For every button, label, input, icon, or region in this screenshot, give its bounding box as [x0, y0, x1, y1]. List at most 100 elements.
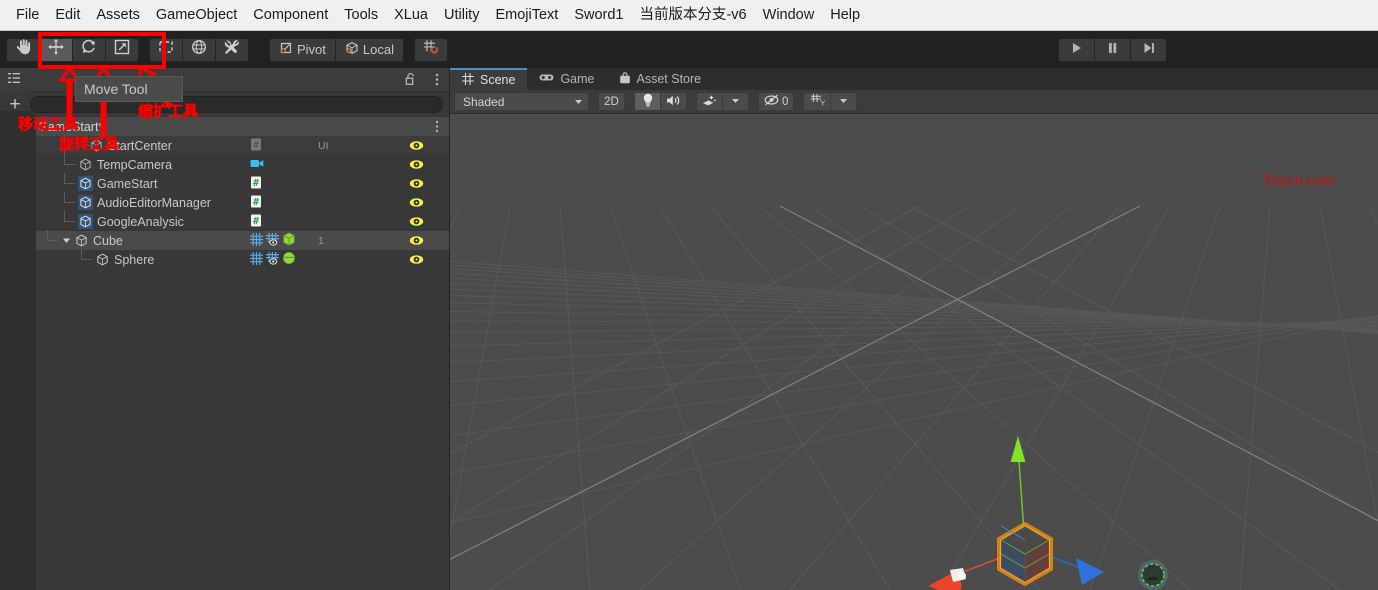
menu-item-edit[interactable]: Edit [47, 5, 88, 26]
step-icon [1142, 41, 1155, 60]
visibility-toggle-icon[interactable] [409, 231, 424, 250]
hierarchy-menu-icon[interactable] [435, 72, 439, 92]
store-icon [619, 72, 631, 87]
hierarchy-item-googleanalysic[interactable]: GoogleAnalysic # [0, 212, 449, 231]
hierarchy-item-tempcamera[interactable]: TempCamera [0, 155, 449, 174]
lighting-toggle-button[interactable] [634, 92, 661, 111]
visibility-count-label: 0 [782, 96, 788, 108]
visibility-toggle-icon[interactable] [409, 136, 424, 155]
visibility-toggle-icon[interactable] [409, 174, 424, 193]
menu-item-window[interactable]: Window [755, 5, 823, 26]
draw-mode-label: Shaded [463, 95, 504, 109]
scene-visibility-button[interactable]: 0 [758, 92, 794, 111]
eye-off-icon [764, 94, 780, 109]
cube-outline-icon [94, 253, 111, 266]
hierarchy-item-audioeditormanager[interactable]: AudioEditorManager # [0, 193, 449, 212]
move-tool-button[interactable] [39, 38, 73, 62]
scene-viewport[interactable]: Yuucn.com [450, 114, 1378, 590]
script-icon: # [250, 214, 262, 230]
hierarchy-tab-row [0, 68, 449, 92]
2d-toggle-button[interactable]: 2D [598, 92, 625, 111]
play-button[interactable] [1058, 38, 1095, 62]
grid-eye-icon [266, 252, 279, 268]
chevron-down-icon[interactable] [60, 236, 73, 245]
lock-icon[interactable] [404, 72, 417, 92]
menu-item-component[interactable]: Component [245, 5, 336, 26]
menu-item-assets[interactable]: Assets [88, 5, 148, 26]
effects-icon [702, 94, 717, 110]
effects-button[interactable] [696, 92, 723, 111]
watermark-label: Yuucn.com [1262, 172, 1334, 190]
menu-item-branch[interactable]: 当前版本分支-v6 [631, 5, 754, 26]
scale-tool-button[interactable] [105, 38, 139, 62]
svg-text:#: # [253, 177, 259, 188]
visibility-toggle-icon[interactable] [409, 155, 424, 174]
tree-elbow [55, 174, 77, 193]
scale-icon [114, 39, 130, 60]
scene-row-menu-icon[interactable] [435, 119, 439, 137]
tab-asset-store[interactable]: Asset Store [607, 68, 714, 90]
pause-button[interactable] [1094, 38, 1131, 62]
menu-item-file[interactable]: File [8, 5, 47, 26]
rotate-tool-button[interactable] [72, 38, 106, 62]
hierarchy-icon [8, 72, 20, 87]
local-toggle-button[interactable]: Local [335, 38, 404, 62]
hand-tool-button[interactable] [6, 38, 40, 62]
grid-snapping-button[interactable] [414, 38, 448, 62]
menu-item-utility[interactable]: Utility [436, 5, 487, 26]
tab-scene[interactable]: Scene [450, 68, 527, 90]
audio-icon [666, 94, 681, 110]
gizmos-dropdown-button[interactable] [830, 92, 857, 111]
svg-text:#: # [253, 215, 259, 226]
camera-icon [250, 158, 264, 172]
prefab-cube-icon [77, 176, 94, 191]
draw-mode-dropdown[interactable]: Shaded [454, 92, 589, 111]
visibility-toggle-icon[interactable] [409, 250, 424, 269]
svg-text:#: # [253, 140, 259, 150]
hierarchy-item-sphere[interactable]: Sphere [0, 250, 449, 269]
menu-item-help[interactable]: Help [822, 5, 868, 26]
unity-editor-window: File Edit Assets GameObject Component To… [0, 0, 1378, 590]
tools-icon [224, 39, 240, 60]
grid-collider-icon [250, 233, 263, 249]
hierarchy-item-cube[interactable]: Cube 1 [0, 231, 449, 250]
script-icon: # [250, 176, 262, 192]
annotation-move-tool-label: 移动工具 [18, 113, 78, 134]
visibility-toggle-icon[interactable] [409, 193, 424, 212]
transform-tool-button[interactable] [182, 38, 216, 62]
pivot-toggle-button[interactable]: Pivot [269, 38, 336, 62]
menu-item-gameobject[interactable]: GameObject [148, 5, 245, 26]
globe-icon [191, 39, 207, 60]
scene-3d-render [450, 114, 1378, 590]
svg-text:#: # [253, 196, 259, 207]
row-layer-label: UI [318, 136, 329, 155]
script-icon-dim: # [250, 138, 262, 154]
menu-item-sword1[interactable]: Sword1 [566, 5, 631, 26]
mesh-cube-icon [282, 232, 296, 249]
hand-icon [16, 39, 31, 60]
menu-item-xlua[interactable]: XLua [386, 5, 436, 26]
visibility-toggle-icon[interactable] [409, 212, 424, 231]
hierarchy-item-gamestart[interactable]: GameStart # [0, 174, 449, 193]
gizmos-button[interactable]: Y [803, 92, 831, 111]
menu-item-tools[interactable]: Tools [336, 5, 386, 26]
rect-icon [158, 39, 174, 60]
tab-hierarchy[interactable] [0, 68, 30, 92]
effects-dropdown-button[interactable] [722, 92, 749, 111]
2d-label: 2D [604, 96, 619, 108]
tree-elbow [38, 231, 60, 250]
svg-text:Y: Y [821, 99, 826, 107]
audio-toggle-button[interactable] [660, 92, 687, 111]
mesh-sphere-icon [282, 251, 296, 268]
step-button[interactable] [1130, 38, 1167, 62]
custom-tool-button[interactable] [215, 38, 249, 62]
grid-eye-icon [266, 233, 279, 249]
menu-bar: File Edit Assets GameObject Component To… [0, 0, 1378, 31]
pivot-icon [279, 41, 293, 58]
hierarchy-item-label: TempCamera [97, 158, 172, 172]
tab-game[interactable]: Game [527, 68, 606, 90]
menu-item-emojitext[interactable]: EmojiText [487, 5, 566, 26]
rotate-icon [81, 39, 97, 60]
row-component-icons: # [250, 212, 262, 231]
rect-tool-button[interactable] [149, 38, 183, 62]
